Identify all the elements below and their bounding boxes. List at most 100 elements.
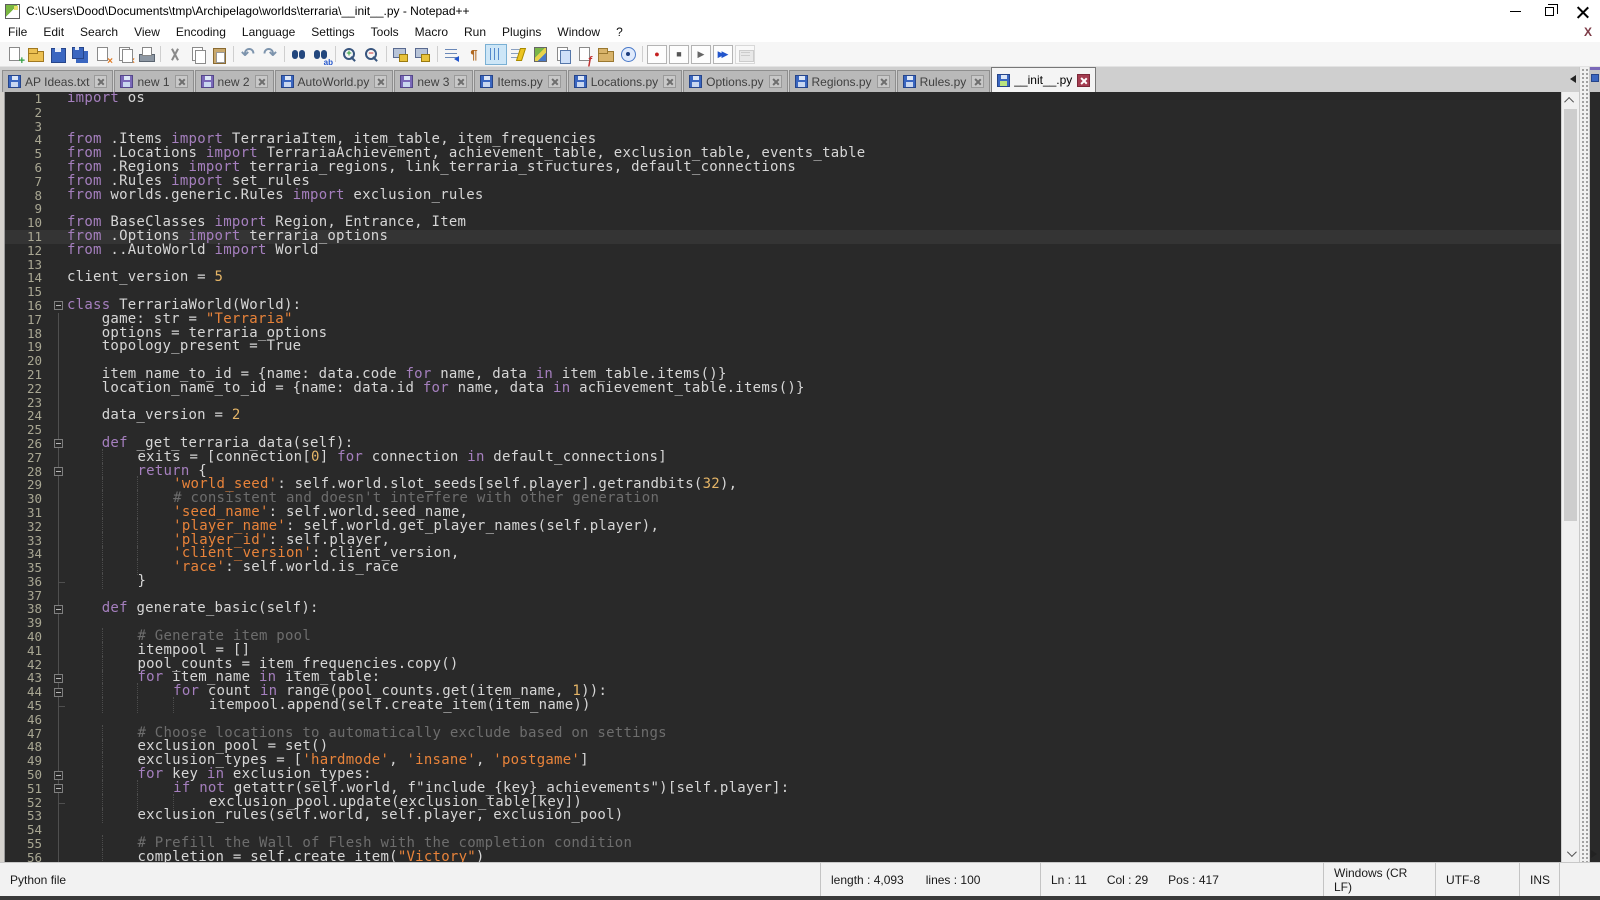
- maximize-button[interactable]: [1532, 0, 1566, 22]
- menu-plugins[interactable]: Plugins: [494, 23, 549, 41]
- code-line[interactable]: 45 itempool.append(self.create_item(item…: [5, 699, 1561, 713]
- code-line[interactable]: 53 exclusion_rules(self.world, self.play…: [5, 809, 1561, 823]
- vertical-scrollbar[interactable]: [1561, 92, 1579, 862]
- fold-collapse-icon[interactable]: [54, 674, 63, 683]
- function-list-icon[interactable]: [508, 45, 528, 64]
- close-all-icon[interactable]: ×: [114, 45, 134, 64]
- print-icon[interactable]: [136, 45, 156, 64]
- tab-options-py[interactable]: Options.py: [683, 70, 787, 92]
- code-line[interactable]: 56 completion = self.create_item("Victor…: [5, 851, 1561, 862]
- show-indent-guide-icon[interactable]: [486, 45, 506, 64]
- menu-edit[interactable]: Edit: [35, 23, 72, 41]
- menu-?[interactable]: ?: [608, 23, 631, 41]
- tab-scroll-left-icon[interactable]: [1570, 75, 1576, 83]
- code-line[interactable]: 8from worlds.generic.Rules import exclus…: [5, 189, 1561, 203]
- tab-close-icon[interactable]: [877, 75, 890, 88]
- menu-macro[interactable]: Macro: [407, 23, 456, 41]
- secondary-view-tab[interactable]: [1590, 67, 1600, 92]
- copy-icon[interactable]: [187, 45, 207, 64]
- replace-icon[interactable]: ab: [311, 45, 331, 64]
- redo-icon[interactable]: ↷: [260, 45, 280, 64]
- open-file-icon[interactable]: [26, 45, 46, 64]
- folder-as-workspace-icon[interactable]: [596, 45, 616, 64]
- tab-regions-py[interactable]: Regions.py: [789, 70, 896, 92]
- playback-macro-icon[interactable]: ▶: [691, 45, 711, 64]
- fold-collapse-icon[interactable]: [54, 784, 63, 793]
- tab-close-icon[interactable]: [374, 75, 387, 88]
- code-line[interactable]: 27 exits = [connection[0] for connection…: [5, 451, 1561, 465]
- document-list-icon[interactable]: [552, 45, 572, 64]
- menu-run[interactable]: Run: [456, 23, 494, 41]
- scroll-down-icon[interactable]: [1562, 845, 1579, 862]
- document-map-icon[interactable]: [530, 45, 550, 64]
- stop-recording-icon[interactable]: ■: [669, 45, 689, 64]
- fold-collapse-icon[interactable]: [54, 467, 63, 476]
- paste-icon[interactable]: [209, 45, 229, 64]
- fold-collapse-icon[interactable]: [54, 301, 63, 310]
- sync-vertical-scrolling-icon[interactable]: [391, 45, 411, 64]
- close-file-icon[interactable]: ×: [92, 45, 112, 64]
- minimize-button[interactable]: [1498, 0, 1532, 22]
- save-file-icon[interactable]: [48, 45, 68, 64]
- fold-collapse-icon[interactable]: [54, 605, 63, 614]
- tab-new-3[interactable]: new 3: [394, 70, 473, 92]
- menu-window[interactable]: Window: [549, 23, 608, 41]
- tab-close-icon[interactable]: [1077, 74, 1090, 87]
- menu-search[interactable]: Search: [72, 23, 126, 41]
- zoom-in-icon[interactable]: +: [340, 45, 360, 64]
- save-all-icon[interactable]: [70, 45, 90, 64]
- new-file-icon[interactable]: +: [4, 45, 24, 64]
- tab-close-icon[interactable]: [255, 75, 268, 88]
- close-button[interactable]: [1566, 0, 1600, 22]
- scroll-up-icon[interactable]: [1562, 92, 1579, 109]
- show-all-characters-icon[interactable]: ¶: [464, 45, 484, 64]
- scrollbar-thumb[interactable]: [1564, 109, 1577, 521]
- secondary-view-editor[interactable]: [1590, 92, 1600, 862]
- tab-close-icon[interactable]: [548, 75, 561, 88]
- code-line[interactable]: 22 location_name_to_id = {name: data.id …: [5, 382, 1561, 396]
- tab-new-2[interactable]: new 2: [195, 70, 274, 92]
- record-macro-icon[interactable]: ●: [647, 45, 667, 64]
- code-line[interactable]: 36 }: [5, 575, 1561, 589]
- tab-close-icon[interactable]: [971, 75, 984, 88]
- view-splitter[interactable]: [1579, 67, 1590, 862]
- sync-horizontal-scrolling-icon[interactable]: [413, 45, 433, 64]
- tab-close-icon[interactable]: [769, 75, 782, 88]
- menu-file[interactable]: File: [0, 23, 35, 41]
- code-editor[interactable]: 1import os234from .Items import Terraria…: [5, 92, 1561, 862]
- tab-locations-py[interactable]: Locations.py: [568, 70, 682, 92]
- fold-collapse-icon[interactable]: [54, 771, 63, 780]
- undo-icon[interactable]: ↶: [238, 45, 258, 64]
- code-line[interactable]: 24 data_version = 2: [5, 409, 1561, 423]
- code-line[interactable]: 14client_version = 5: [5, 271, 1561, 285]
- resize-grip[interactable]: [1560, 863, 1600, 896]
- tab-ap-ideas-txt[interactable]: AP Ideas.txt: [2, 70, 113, 92]
- code-line[interactable]: 19 topology_present = True: [5, 340, 1561, 354]
- zoom-out-icon[interactable]: −: [362, 45, 382, 64]
- menubar-close-doc-icon[interactable]: X: [1584, 25, 1592, 39]
- tab-rules-py[interactable]: Rules.py: [897, 70, 991, 92]
- tab-close-icon[interactable]: [454, 75, 467, 88]
- file-monitoring-icon[interactable]: [618, 45, 638, 64]
- tab-items-py[interactable]: Items.py: [474, 70, 566, 92]
- tab-init-py[interactable]: __init__.py: [991, 67, 1096, 92]
- find-icon[interactable]: [289, 45, 309, 64]
- save-recorded-macro-icon[interactable]: [735, 45, 755, 64]
- hscroll-right-icon[interactable]: [1591, 850, 1597, 858]
- menu-tools[interactable]: Tools: [363, 23, 407, 41]
- cut-icon[interactable]: [165, 45, 185, 64]
- menu-settings[interactable]: Settings: [303, 23, 362, 41]
- run-macro-multiple-times-icon[interactable]: ▶▶: [713, 45, 733, 64]
- code-line[interactable]: 35 'race': self.world.is_race: [5, 561, 1561, 575]
- fold-collapse-icon[interactable]: [54, 688, 63, 697]
- tab-close-icon[interactable]: [94, 75, 107, 88]
- word-wrap-icon[interactable]: [442, 45, 462, 64]
- menu-view[interactable]: View: [126, 23, 168, 41]
- fold-collapse-icon[interactable]: [54, 439, 63, 448]
- code-line[interactable]: 2: [5, 106, 1561, 120]
- code-line[interactable]: 1import os: [5, 92, 1561, 106]
- tab-autoworld-py[interactable]: AutoWorld.py: [275, 70, 394, 92]
- code-line[interactable]: 13: [5, 258, 1561, 272]
- tab-close-icon[interactable]: [663, 75, 676, 88]
- menu-language[interactable]: Language: [234, 23, 303, 41]
